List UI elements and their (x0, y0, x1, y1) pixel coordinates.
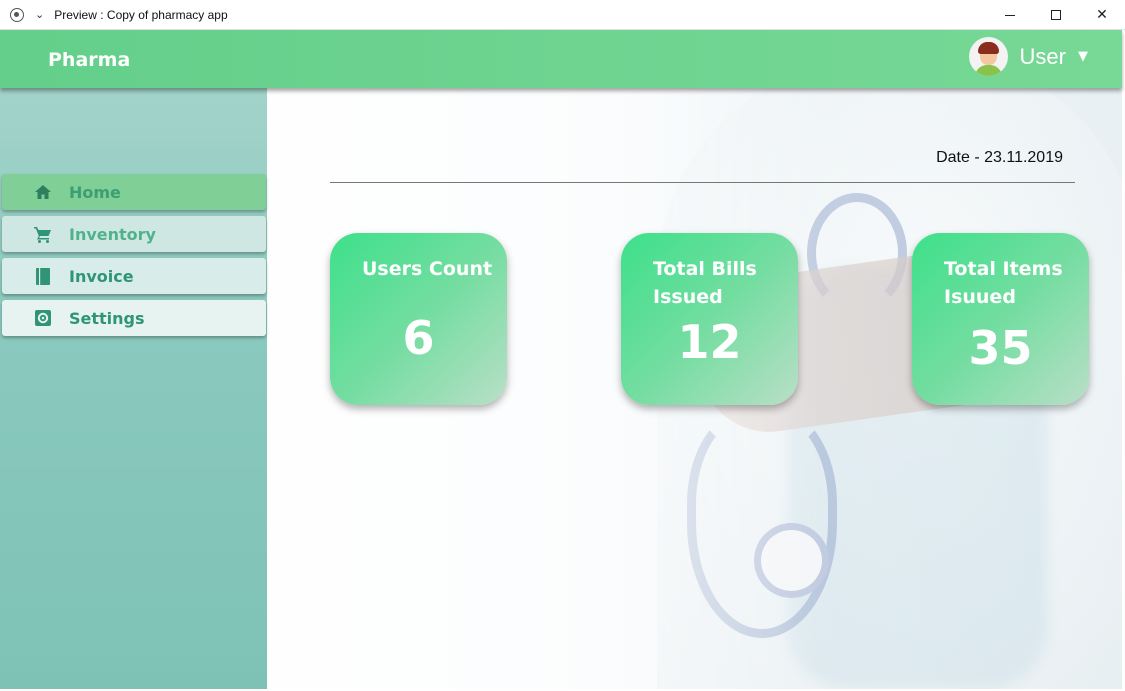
sidebar-item-inventory[interactable]: Inventory (2, 216, 266, 252)
book-icon (28, 267, 58, 285)
caret-down-icon[interactable]: ▼ (1078, 49, 1088, 64)
total-bills-card[interactable]: Total Bills Issued 12 (621, 233, 798, 405)
close-icon: ✕ (1096, 7, 1108, 23)
user-menu[interactable]: User ▼ (968, 37, 1088, 76)
sidebar: Home Inventory Invoice Settings (0, 88, 267, 689)
maximize-button[interactable] (1033, 0, 1079, 30)
avatar-hair (977, 42, 999, 54)
minimize-button[interactable] (987, 0, 1033, 30)
divider (330, 182, 1075, 183)
brand-name: Pharma (48, 49, 131, 71)
card-title: Total Items Isuued (944, 258, 1063, 308)
window-titlebar: ⌄ Preview : Copy of pharmacy app ✕ (0, 0, 1125, 30)
sidebar-item-home[interactable]: Home (2, 174, 266, 210)
window-title: Preview : Copy of pharmacy app (54, 7, 228, 22)
app-header: Pharma User ▼ (0, 30, 1122, 88)
sidebar-item-label: Settings (69, 308, 145, 328)
card-value: 35 (968, 321, 1033, 375)
maximize-icon (1051, 10, 1061, 20)
sidebar-item-label: Invoice (69, 266, 134, 286)
record-icon (10, 7, 24, 22)
home-icon (28, 185, 58, 199)
chevron-down-icon[interactable]: ⌄ (35, 8, 44, 21)
users-count-card[interactable]: Users Count 6 (330, 233, 507, 405)
cart-icon (28, 226, 58, 243)
card-value: 12 (677, 315, 742, 369)
sidebar-item-settings[interactable]: Settings (2, 300, 266, 336)
card-title: Users Count (362, 258, 493, 280)
close-button[interactable]: ✕ (1079, 0, 1125, 30)
avatar-shirt (974, 65, 1002, 76)
window-controls: ✕ (987, 0, 1125, 30)
sidebar-item-label: Inventory (69, 224, 156, 244)
avatar[interactable] (968, 37, 1008, 76)
card-value: 6 (402, 311, 435, 365)
minimize-icon (1005, 14, 1015, 16)
user-name[interactable]: User (1020, 44, 1066, 70)
sidebar-item-invoice[interactable]: Invoice (2, 258, 266, 294)
date-label: Date - 23.11.2019 (936, 149, 1063, 166)
sidebar-nav: Home Inventory Invoice Settings (2, 174, 266, 342)
card-title: Total Bills Issued (653, 258, 757, 308)
sidebar-item-label: Home (69, 182, 121, 202)
total-items-card[interactable]: Total Items Isuued 35 (912, 233, 1089, 405)
gear-icon (28, 310, 58, 326)
